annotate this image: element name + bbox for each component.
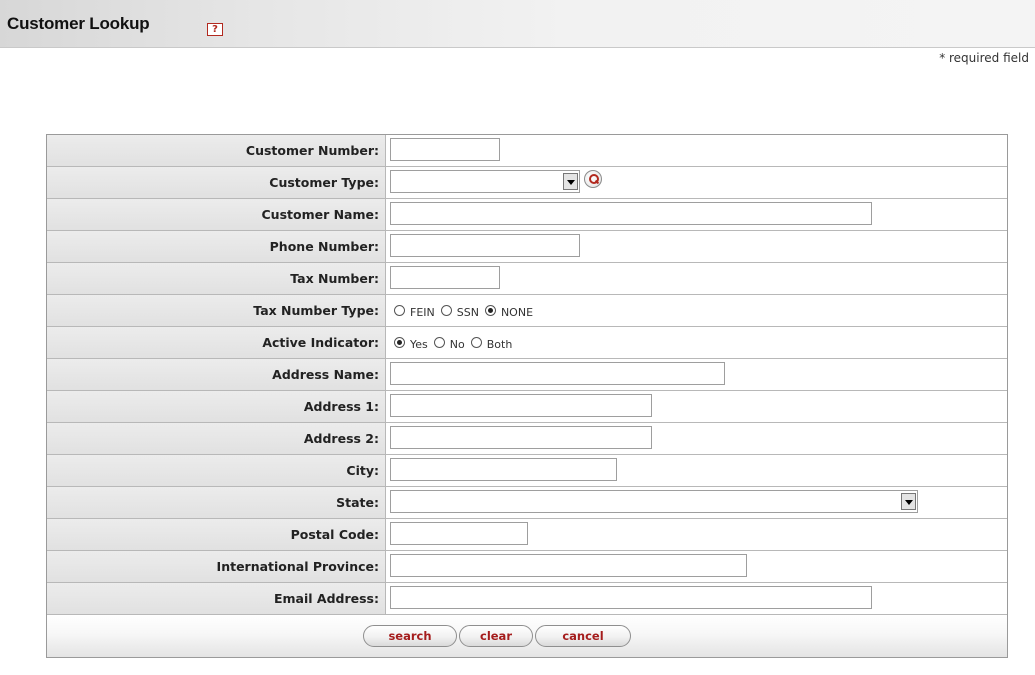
field-label: Customer Type: — [47, 167, 386, 198]
lookup-icon[interactable] — [584, 170, 602, 188]
cancel-button[interactable]: cancel — [535, 625, 631, 647]
field-label: Tax Number: — [47, 263, 386, 294]
customer-type-select[interactable] — [390, 170, 580, 193]
radio-fein[interactable] — [394, 305, 405, 316]
phone-number-input[interactable] — [390, 234, 580, 257]
row-tax-number: Tax Number: — [47, 263, 1007, 295]
row-address-name: Address Name: — [47, 359, 1007, 391]
radio-yes[interactable] — [394, 337, 405, 348]
address-name-input[interactable] — [390, 362, 725, 385]
row-customer-type: Customer Type: — [47, 167, 1007, 199]
search-button[interactable]: search — [363, 625, 457, 647]
row-customer-name: Customer Name: — [47, 199, 1007, 231]
field-label: Address 1: — [47, 391, 386, 422]
radio-label: Both — [486, 338, 513, 351]
field-label: City: — [47, 455, 386, 486]
dropdown-arrow-icon[interactable] — [901, 493, 916, 510]
row-customer-number: Customer Number: — [47, 135, 1007, 167]
row-tax-number-type: Tax Number Type: FEIN SSN NONE — [47, 295, 1007, 327]
help-icon[interactable]: ? — [207, 23, 223, 36]
radio-both[interactable] — [470, 337, 482, 348]
field-label: Customer Number: — [47, 135, 386, 166]
email-address-input[interactable] — [390, 586, 872, 609]
required-field-note: * required field — [939, 51, 1029, 65]
page-header: Customer Lookup ? — [0, 0, 1035, 48]
customer-number-input[interactable] — [390, 138, 500, 161]
state-select[interactable] — [390, 490, 918, 513]
address-1-input[interactable] — [390, 394, 652, 417]
row-active-indicator: Active Indicator: Yes No Both — [47, 327, 1007, 359]
radio-label: Yes — [410, 338, 428, 351]
postal-code-input[interactable] — [390, 522, 528, 545]
tax-number-type-radio-group: FEIN SSN NONE — [394, 295, 539, 326]
active-indicator-radio-group: Yes No Both — [394, 327, 518, 358]
customer-name-input[interactable] — [390, 202, 872, 225]
radio-label: SSN — [456, 306, 479, 319]
row-email-address: Email Address: — [47, 583, 1007, 615]
radio-label: No — [449, 338, 465, 351]
radio-label: NONE — [500, 306, 534, 319]
dropdown-arrow-icon[interactable] — [563, 173, 578, 190]
field-label: Address 2: — [47, 423, 386, 454]
field-label: Email Address: — [47, 583, 386, 614]
field-label: Tax Number Type: — [47, 295, 386, 326]
row-state: State: — [47, 487, 1007, 519]
city-input[interactable] — [390, 458, 617, 481]
field-label: Phone Number: — [47, 231, 386, 262]
row-phone-number: Phone Number: — [47, 231, 1007, 263]
radio-ssn[interactable] — [440, 305, 452, 316]
button-row: search clear cancel — [47, 615, 1007, 657]
row-postal-code: Postal Code: — [47, 519, 1007, 551]
row-international-province: International Province: — [47, 551, 1007, 583]
field-label: Postal Code: — [47, 519, 386, 550]
radio-label: FEIN — [410, 306, 435, 319]
radio-none[interactable] — [484, 305, 496, 316]
tax-number-input[interactable] — [390, 266, 500, 289]
address-2-input[interactable] — [390, 426, 652, 449]
international-province-input[interactable] — [390, 554, 747, 577]
field-label: Address Name: — [47, 359, 386, 390]
clear-button[interactable]: clear — [459, 625, 533, 647]
field-label: Active Indicator: — [47, 327, 386, 358]
radio-no[interactable] — [433, 337, 445, 348]
field-label: Customer Name: — [47, 199, 386, 230]
row-address-1: Address 1: — [47, 391, 1007, 423]
page-title: Customer Lookup — [7, 14, 150, 33]
field-label: State: — [47, 487, 386, 518]
field-label: International Province: — [47, 551, 386, 582]
row-city: City: — [47, 455, 1007, 487]
row-address-2: Address 2: — [47, 423, 1007, 455]
lookup-form: Customer Number: Customer Type: Customer… — [46, 134, 1008, 658]
